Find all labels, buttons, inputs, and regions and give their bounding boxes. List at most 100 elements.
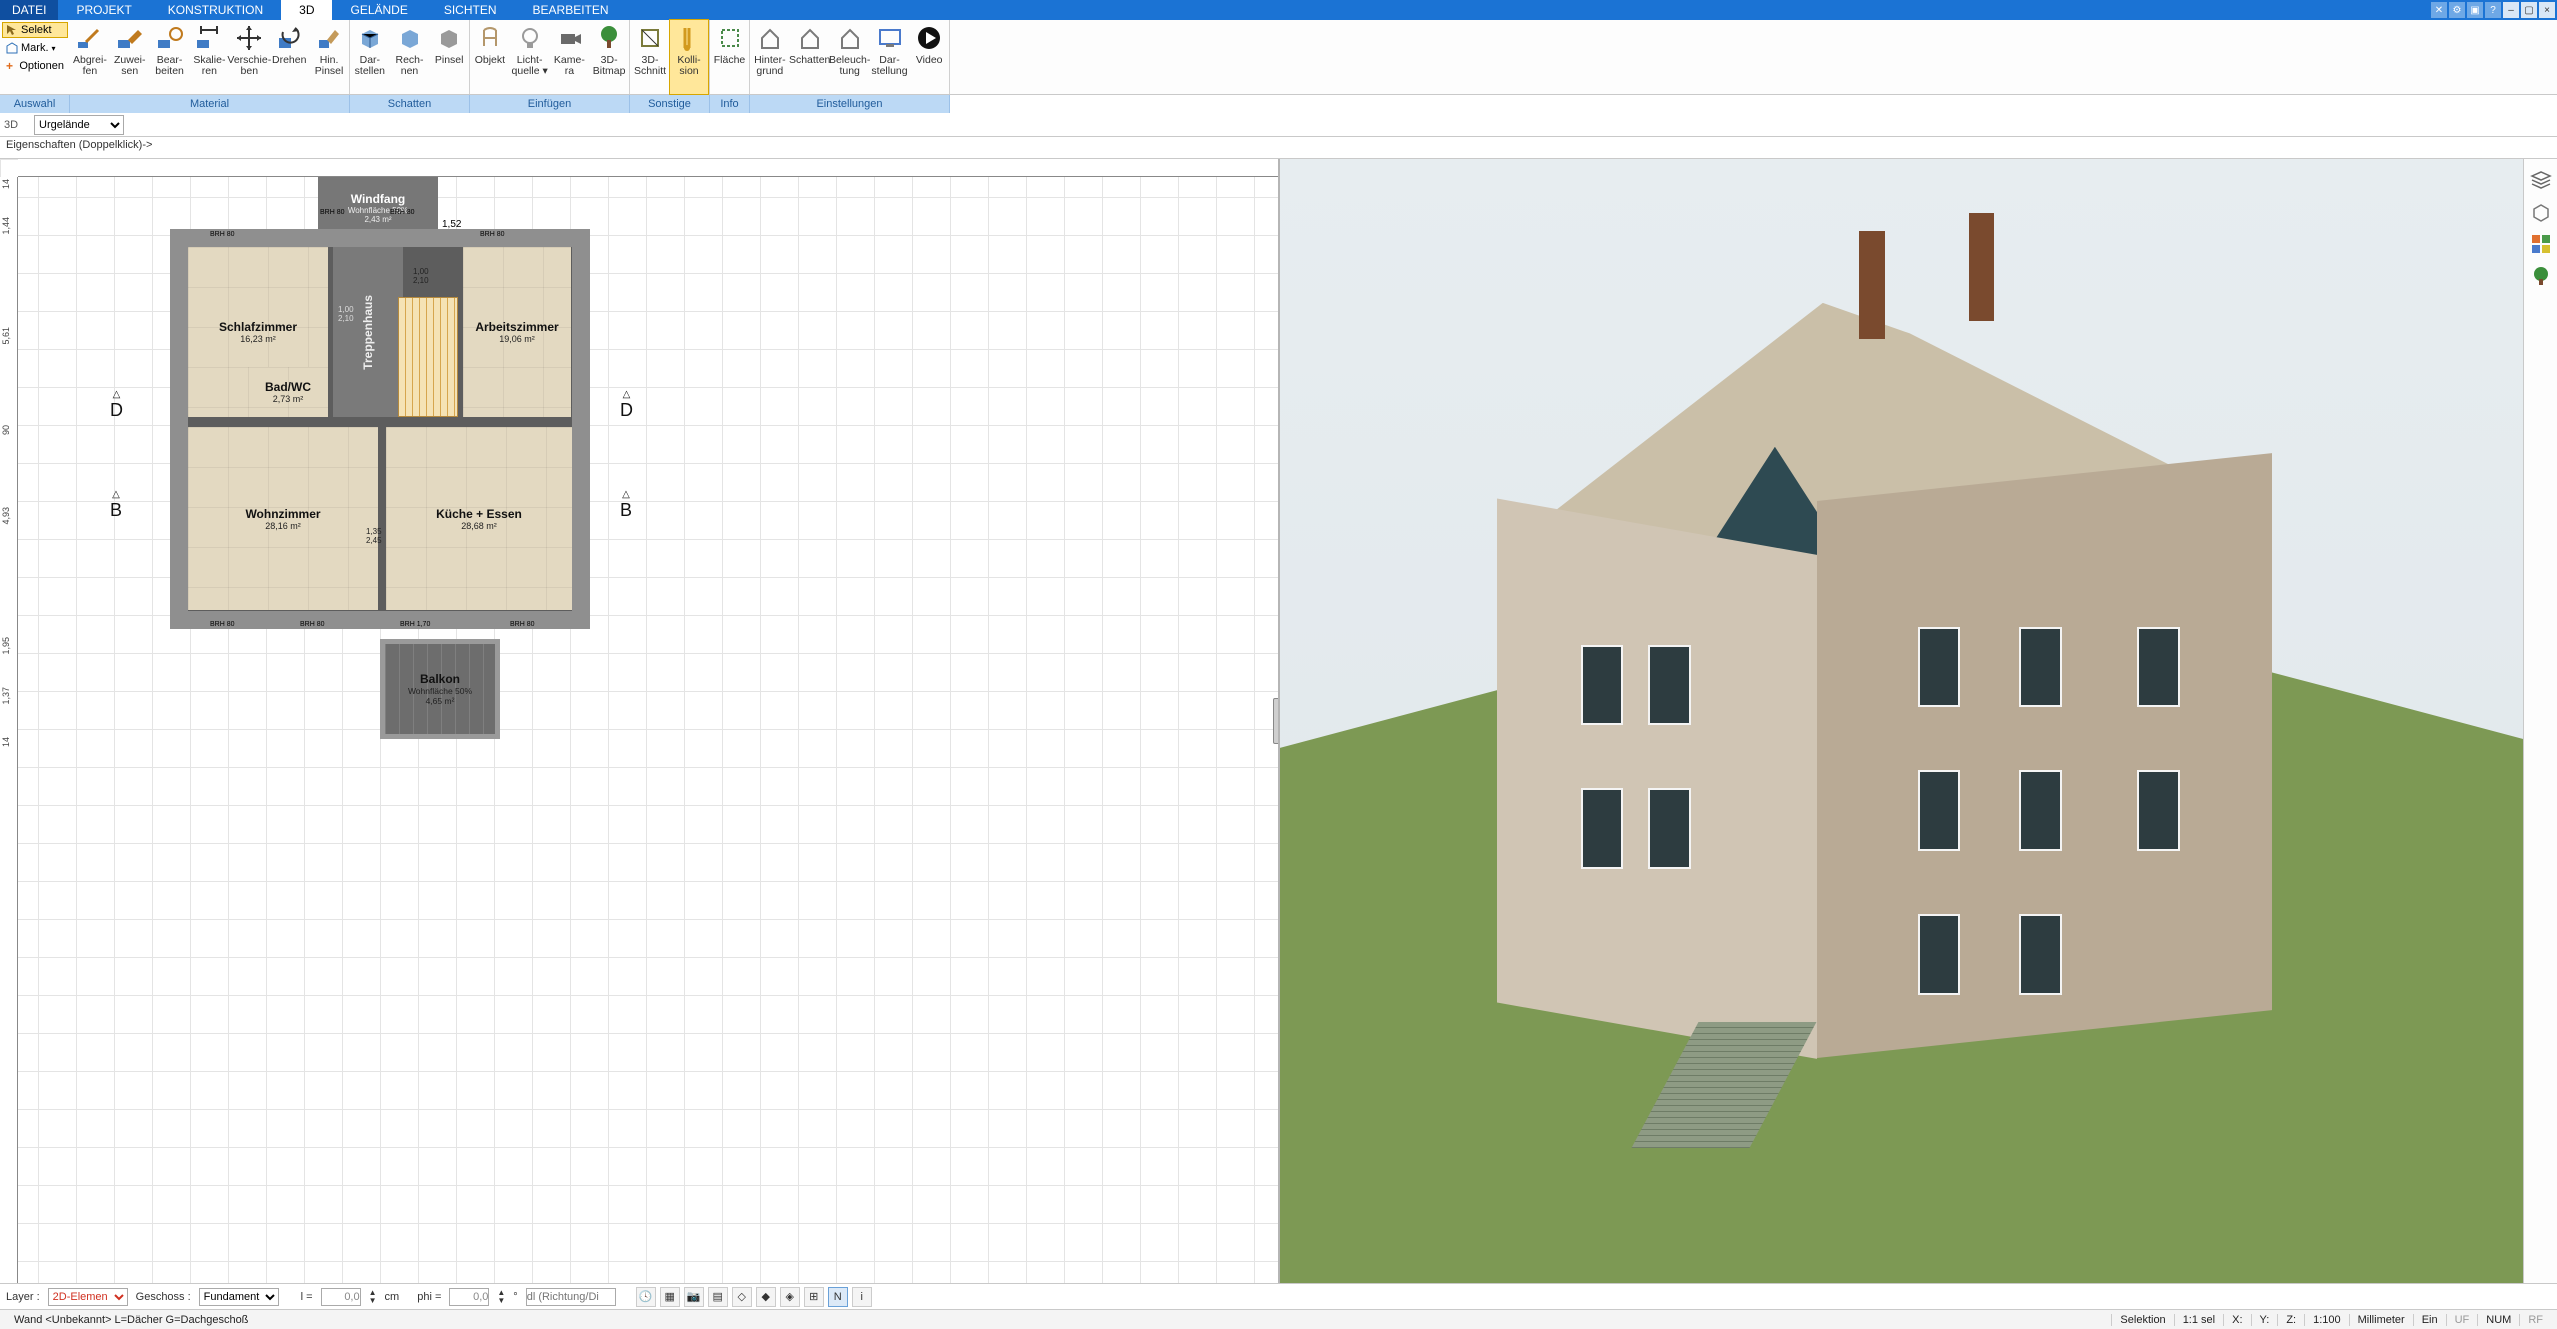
layer-select[interactable]: 2D-Elemen <box>48 1288 128 1306</box>
camera2-icon[interactable]: 📷 <box>684 1287 704 1307</box>
flaeche-button[interactable]: Fläche <box>710 20 749 94</box>
view-tools-strip <box>2523 159 2557 1283</box>
skalieren-button[interactable]: Skalie- ren <box>189 20 229 94</box>
mark-button[interactable]: Mark. ▾ <box>2 40 68 56</box>
drehen-button[interactable]: Drehen <box>269 20 309 94</box>
collision-icon <box>675 24 703 52</box>
menu-konstruktion[interactable]: KONSTRUKTION <box>150 0 281 20</box>
abgreifen-button[interactable]: Abgrei- fen <box>70 20 110 94</box>
toggle3-icon[interactable]: ◈ <box>780 1287 800 1307</box>
room-kueche[interactable]: Küche + Essen 28,68 m² <box>386 427 572 610</box>
inner-area: Schlafzimmer 16,23 m² Treppenhaus Arbeit… <box>188 247 572 611</box>
grid-icon[interactable]: ⊞ <box>804 1287 824 1307</box>
room-balkon[interactable]: Balkon Wohnfläche 50% 4,65 m² <box>380 639 500 739</box>
room-treppenhaus[interactable]: Treppenhaus <box>333 247 403 417</box>
clock-icon[interactable]: 🕓 <box>636 1287 656 1307</box>
brush-back-icon <box>315 24 343 52</box>
normal-icon[interactable]: N <box>828 1287 848 1307</box>
beleuchtung-button[interactable]: Beleuch- tung <box>830 20 870 94</box>
help-icon[interactable]: ? <box>2485 2 2501 18</box>
floorplan-pane[interactable]: 14 1,44 5,61 90 4,93 1,95 1,37 14 Windfa… <box>0 159 1280 1283</box>
kamera-button[interactable]: Kame- ra <box>550 20 590 94</box>
restore-icon[interactable]: ▢ <box>2521 2 2537 18</box>
status-z: Z: <box>2277 1314 2304 1326</box>
l-input[interactable] <box>321 1288 361 1306</box>
staircase[interactable] <box>398 297 458 417</box>
lichtquelle-button[interactable]: Licht- quelle ▾ <box>510 20 550 94</box>
folder-icon[interactable]: ▣ <box>2467 2 2483 18</box>
window <box>1581 645 1623 726</box>
house-bg-icon <box>756 24 784 52</box>
3d-view-pane[interactable] <box>1280 159 2557 1283</box>
cube-calc-icon <box>396 24 424 52</box>
menu-bearbeiten[interactable]: BEARBEITEN <box>515 0 627 20</box>
info-icon[interactable]: i <box>852 1287 872 1307</box>
schatten2-button[interactable]: Schatten <box>790 20 830 94</box>
bitmap-button[interactable]: 3D- Bitmap <box>589 20 629 94</box>
dl-input[interactable] <box>526 1288 616 1306</box>
pane-splitter[interactable] <box>1273 698 1280 744</box>
ribbon: Selekt Mark. ▾ + Optionen Abgrei- fen Zu… <box>0 20 2557 95</box>
view-select[interactable]: Urgelände <box>34 115 124 135</box>
stack-icon[interactable]: ▤ <box>708 1287 728 1307</box>
menu-datei[interactable]: DATEI <box>0 0 58 20</box>
menu-3d[interactable]: 3D <box>281 0 332 20</box>
geschoss-select[interactable]: Fundament <box>199 1288 279 1306</box>
phi-input[interactable] <box>449 1288 489 1306</box>
close-icon[interactable]: × <box>2539 2 2555 18</box>
ruler-vertical: 14 1,44 5,61 90 4,93 1,95 1,37 14 <box>0 177 18 1283</box>
toggle2-icon[interactable]: ◆ <box>756 1287 776 1307</box>
l-label: l = <box>301 1291 313 1303</box>
window <box>2019 914 2061 995</box>
settings-icon[interactable]: ⚙ <box>2449 2 2465 18</box>
group-label-sonstige: Sonstige <box>630 95 710 113</box>
toggle1-icon[interactable]: ◇ <box>732 1287 752 1307</box>
dim-door-2: 1,00 2,10 <box>413 267 429 285</box>
optionen-button[interactable]: + Optionen <box>2 58 68 74</box>
menubar: DATEI PROJEKT KONSTRUKTION 3D GELÄNDE SI… <box>0 0 2557 20</box>
brh-label: BRH 1,70 <box>400 621 430 628</box>
exterior-stairs <box>1632 1022 1817 1148</box>
room-arbeitszimmer[interactable]: Arbeitszimmer 19,06 m² <box>463 247 571 417</box>
isometric-icon[interactable] <box>2530 201 2552 223</box>
camera-icon <box>555 24 583 52</box>
block-icon[interactable]: ▦ <box>660 1287 680 1307</box>
house-model[interactable] <box>1497 249 2340 1148</box>
window <box>1918 627 1960 708</box>
room-wohnzimmer[interactable]: Wohnzimmer 28,16 m² <box>188 427 378 610</box>
menu-projekt[interactable]: PROJEKT <box>58 0 149 20</box>
kollision-button[interactable]: Kolli- sion <box>669 19 709 95</box>
selekt-button[interactable]: Selekt <box>2 22 68 38</box>
darstellen-button[interactable]: Dar- stellen <box>350 20 390 94</box>
menu-sichten[interactable]: SICHTEN <box>426 0 515 20</box>
group-einfuegen: Objekt Licht- quelle ▾ Kame- ra 3D- Bitm… <box>470 20 630 94</box>
hinpinsel-button[interactable]: Hin. Pinsel <box>309 20 349 94</box>
layers-icon[interactable] <box>2530 169 2552 191</box>
minimize-icon[interactable]: – <box>2503 2 2519 18</box>
brh-label: BRH 80 <box>510 621 535 628</box>
brh-label: BRH 80 <box>300 621 325 628</box>
dim-opening: 1,35 2,45 <box>366 527 382 545</box>
darstellung-button[interactable]: Dar- stellung <box>870 20 910 94</box>
verschieben-button[interactable]: Verschie- ben <box>229 20 269 94</box>
video-button[interactable]: Video <box>909 20 949 94</box>
geschoss-label: Geschoss : <box>136 1291 191 1303</box>
tools-icon[interactable]: ✕ <box>2431 2 2447 18</box>
pinsel-button[interactable]: Pinsel <box>429 20 469 94</box>
phi-label: phi = <box>417 1291 441 1303</box>
tree-toggle-icon[interactable] <box>2530 265 2552 287</box>
objekt-button[interactable]: Objekt <box>470 20 510 94</box>
hintergrund-button[interactable]: Hinter- grund <box>750 20 790 94</box>
rechnen-button[interactable]: Rech- nen <box>390 20 430 94</box>
schnitt-button[interactable]: 3D- Schnitt <box>630 20 670 94</box>
zuweisen-button[interactable]: Zuwei- sen <box>110 20 150 94</box>
outer-wall: Schlafzimmer 16,23 m² Treppenhaus Arbeit… <box>170 229 590 629</box>
menu-gelaende[interactable]: GELÄNDE <box>332 0 425 20</box>
palette-icon[interactable] <box>2530 233 2552 255</box>
room-badwc[interactable]: Bad/WC 2,73 m² <box>248 367 328 417</box>
assign-icon <box>116 24 144 52</box>
window-buttons: ✕ ⚙ ▣ ? – ▢ × <box>2431 0 2557 20</box>
brh-label: BRH 80 <box>210 231 235 238</box>
status-unit: Millimeter <box>2349 1314 2413 1326</box>
bearbeiten-button[interactable]: Bear- beiten <box>150 20 190 94</box>
